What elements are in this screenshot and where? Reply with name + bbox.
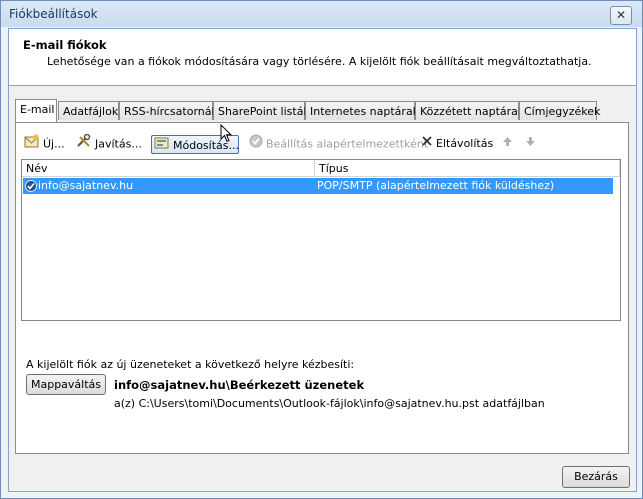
tab-label: Internetes naptárak (310, 105, 420, 118)
dialog-body: E-mail fiókok Lehetősége van a fiókok mó… (8, 28, 637, 492)
tab-email[interactable]: E-mail (15, 99, 57, 122)
change-account-icon (154, 136, 170, 156)
tab-sharepoint-lists[interactable]: SharePoint listák (213, 101, 310, 120)
account-row[interactable]: info@sajatnev.hu POP/SMTP (alapértelmeze… (23, 178, 613, 194)
dialog-header: E-mail fiókok Lehetősége van a fiókok mó… (9, 29, 636, 86)
delivery-label: A kijelölt fiók az új üzeneteket a követ… (26, 358, 355, 371)
tab-data-files[interactable]: Adatfájlok (58, 101, 119, 120)
tab-label: SharePoint listák (218, 105, 310, 118)
tab-label: Adatfájlok (63, 105, 119, 118)
window-close-button[interactable]: ✕ (610, 6, 632, 25)
mouse-cursor-icon (220, 123, 233, 146)
set-default-label: Beállítás alapértelmezettként (266, 137, 429, 151)
close-icon: ✕ (615, 8, 627, 22)
tab-address-books[interactable]: Címjegyzékek (519, 101, 601, 120)
arrow-up-icon (502, 134, 513, 154)
account-list: Név Típus info@sajatnev.hu POP/SMTP (ala… (21, 159, 621, 321)
header-title: E-mail fiókok (23, 38, 107, 52)
new-mail-icon (24, 134, 40, 155)
remove-label: Eltávolítás (436, 137, 494, 150)
remove-button[interactable]: Eltávolítás (421, 134, 493, 154)
column-header-type[interactable]: Típus (315, 160, 620, 177)
column-header-name[interactable]: Név (22, 160, 315, 177)
delete-x-icon (421, 134, 433, 154)
repair-button[interactable]: Javítás... (76, 133, 142, 155)
tab-published-calendars[interactable]: Közzétett naptárak (415, 101, 524, 120)
move-down-button[interactable] (525, 134, 539, 154)
title-bar: Fiókbeállítások ✕ (1, 1, 642, 27)
new-label: Új... (43, 137, 65, 151)
data-file-path: a(z) C:\Users\tomi\Documents\Outlook-fáj… (114, 397, 545, 410)
column-label: Név (26, 162, 48, 175)
window-title: Fiókbeállítások (9, 7, 98, 21)
tools-icon (76, 133, 92, 155)
column-label: Típus (319, 162, 349, 175)
close-button[interactable]: Bezárás (562, 466, 630, 488)
tab-label: E-mail (20, 103, 55, 116)
new-account-button[interactable]: Új... (24, 134, 65, 154)
header-subtitle: Lehetősége van a fiókok módosítására vag… (47, 55, 592, 68)
check-circle-icon (249, 134, 263, 155)
tab-label: Közzétett naptárak (420, 105, 525, 118)
email-tab-panel: Új... Javítás... Módosítás... Beállítás … (15, 122, 629, 454)
account-settings-window: Fiókbeállítások ✕ E-mail fiókok Lehetősé… (0, 0, 643, 499)
set-default-button[interactable]: Beállítás alapértelmezettként (249, 134, 428, 154)
repair-label: Javítás... (95, 137, 142, 151)
tab-internet-calendars[interactable]: Internetes naptárak (305, 101, 419, 120)
default-account-check-icon (25, 180, 37, 195)
account-type: POP/SMTP (alapértelmezett fiók küldéshez… (317, 179, 555, 192)
move-up-button[interactable] (502, 134, 516, 154)
tab-rss-feeds[interactable]: RSS-hírcsatornák (119, 101, 218, 120)
tab-label: RSS-hírcsatornák (124, 105, 218, 118)
account-name: info@sajatnev.hu (38, 179, 134, 192)
change-folder-button[interactable]: Mappaváltás (26, 374, 106, 395)
tab-label: Címjegyzékek (524, 105, 601, 118)
arrow-down-icon (525, 134, 536, 154)
delivery-destination: info@sajatnev.hu\Beérkezett üzenetek (114, 378, 365, 392)
